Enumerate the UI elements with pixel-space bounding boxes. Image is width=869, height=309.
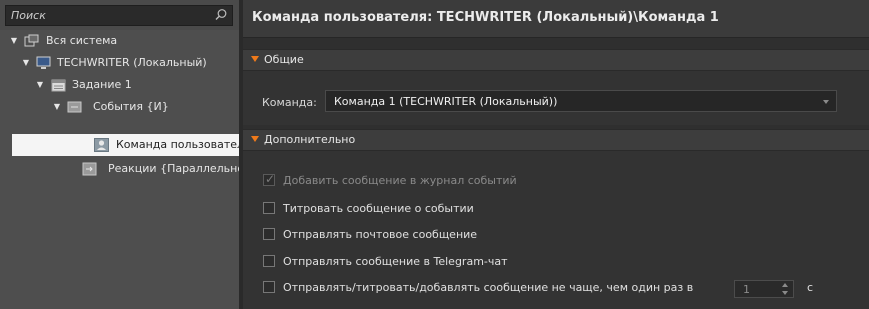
search-input[interactable]: Поиск bbox=[5, 5, 233, 26]
system-icon bbox=[24, 34, 39, 47]
search-icon[interactable] bbox=[214, 8, 228, 22]
command-label: Команда: bbox=[262, 96, 317, 109]
tree-item-label: Задание 1 bbox=[72, 78, 132, 91]
section-general-header[interactable]: Общие bbox=[243, 49, 869, 71]
tree-item-label: Команда пользователя bbox=[116, 138, 239, 151]
chevron-down-icon[interactable] bbox=[782, 291, 788, 295]
checkbox[interactable]: ✓ bbox=[263, 172, 276, 186]
tree-item-user-command[interactable]: Команда пользователя bbox=[12, 134, 239, 156]
computer-icon bbox=[36, 56, 51, 69]
command-select-value: Команда 1 (TECHWRITER (Локальный)) bbox=[334, 95, 558, 108]
search-placeholder: Поиск bbox=[11, 9, 46, 22]
section-label: Общие bbox=[264, 53, 304, 66]
expand-arrow-icon[interactable]: ▼ bbox=[52, 96, 62, 118]
tree-item-events[interactable]: ▼ События {И} bbox=[0, 96, 239, 118]
settings-panel: Команда пользователя: TECHWRITER (Локаль… bbox=[243, 0, 869, 309]
checkbox[interactable] bbox=[263, 228, 275, 240]
user-command-icon bbox=[94, 138, 109, 152]
page-title: Команда пользователя: TECHWRITER (Локаль… bbox=[252, 10, 719, 25]
option-label: Отправлять сообщение в Telegram-чат bbox=[283, 255, 508, 268]
expand-arrow-icon[interactable]: ▼ bbox=[35, 74, 45, 96]
check-icon: ✓ bbox=[265, 172, 276, 186]
interval-stepper[interactable]: 1 bbox=[734, 280, 794, 298]
panel-header: Команда пользователя: TECHWRITER (Локаль… bbox=[243, 0, 869, 38]
chevron-up-icon[interactable] bbox=[782, 283, 788, 287]
interval-value: 1 bbox=[743, 283, 750, 296]
object-tree: ▼ Вся система ▼ TECHWRITER (Локальный) ▼ bbox=[0, 30, 239, 309]
option-rate-limit[interactable]: Отправлять/титровать/добавлять сообщение… bbox=[263, 279, 863, 298]
reactions-icon bbox=[82, 162, 97, 176]
tree-item-system[interactable]: ▼ Вся система bbox=[0, 30, 239, 52]
tree-item-reactions[interactable]: Реакции {Параллельно} bbox=[0, 158, 239, 180]
interval-unit: с bbox=[807, 281, 814, 294]
option-label: Отправлять почтовое сообщение bbox=[283, 228, 478, 241]
option-label: Добавить сообщение в журнал событий bbox=[283, 174, 517, 187]
section-additional-header[interactable]: Дополнительно bbox=[243, 129, 869, 151]
expand-arrow-icon[interactable]: ▼ bbox=[9, 30, 19, 52]
left-panel: Поиск ▼ Вся система ▼ TECHWRITER (Локаль… bbox=[0, 0, 239, 309]
collapse-arrow-icon[interactable] bbox=[251, 56, 259, 62]
events-icon bbox=[67, 101, 82, 113]
checkbox[interactable] bbox=[263, 202, 275, 214]
tree-item-label: TECHWRITER (Локальный) bbox=[57, 56, 207, 69]
chevron-down-icon[interactable] bbox=[823, 100, 829, 104]
tree-item-task[interactable]: ▼ Задание 1 bbox=[0, 74, 239, 96]
checkbox[interactable] bbox=[263, 255, 275, 267]
section-label: Дополнительно bbox=[264, 133, 356, 146]
tree-item-label: Вся система bbox=[46, 34, 118, 47]
option-label: Отправлять/титровать/добавлять сообщение… bbox=[283, 281, 694, 294]
checkbox[interactable] bbox=[263, 281, 275, 293]
tree-item-label: Реакции {Параллельно} bbox=[108, 162, 239, 175]
tree-item-label: События {И} bbox=[93, 100, 169, 113]
tree-item-computer[interactable]: ▼ TECHWRITER (Локальный) bbox=[0, 52, 239, 74]
expand-arrow-icon[interactable]: ▼ bbox=[21, 52, 31, 74]
command-select[interactable]: Команда 1 (TECHWRITER (Локальный)) bbox=[325, 90, 837, 112]
collapse-arrow-icon[interactable] bbox=[251, 136, 259, 142]
option-label: Титровать сообщение о событии bbox=[283, 202, 474, 215]
calendar-icon bbox=[51, 79, 66, 92]
